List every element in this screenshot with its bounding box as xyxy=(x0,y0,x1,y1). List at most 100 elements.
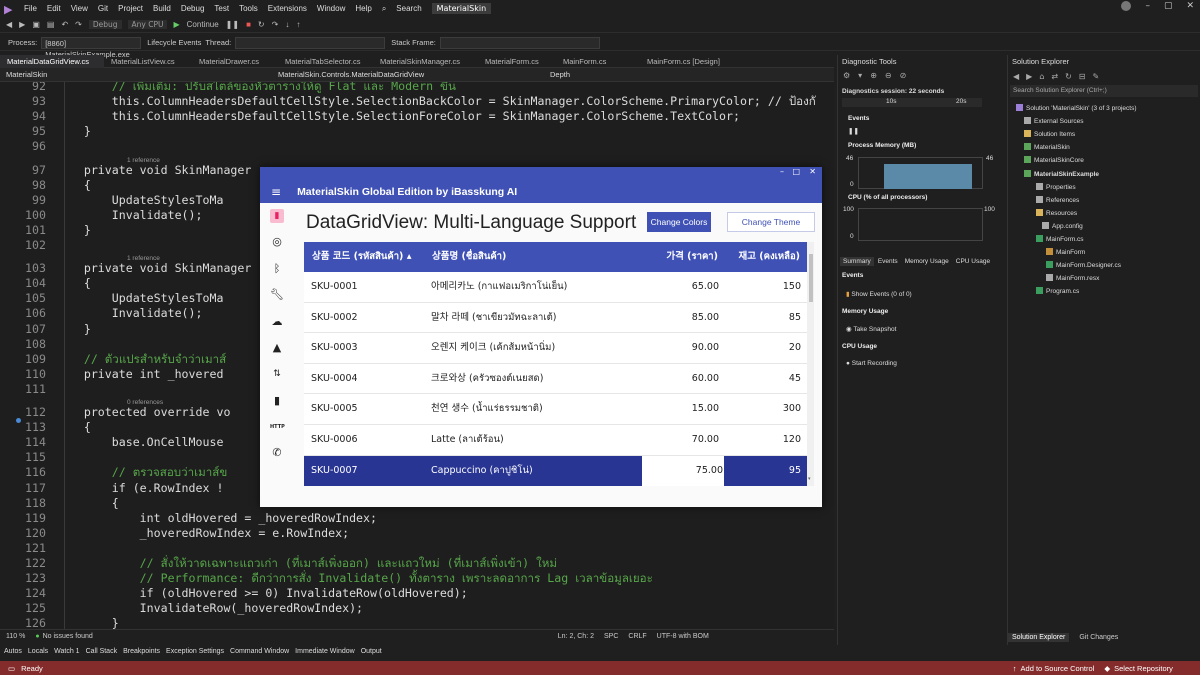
menu-edit[interactable]: Edit xyxy=(47,4,61,13)
mainform-node[interactable]: MainForm xyxy=(1046,248,1085,256)
column-header-stock[interactable]: 재고 (คงเหลือ) xyxy=(738,242,800,272)
mainform-cs-node[interactable]: MainForm.cs xyxy=(1036,235,1084,243)
project-dropdown[interactable]: MaterialSkin xyxy=(0,69,272,81)
whitespace-mode[interactable]: SPC xyxy=(604,633,618,640)
solution-search-input[interactable]: Search Solution Explorer (Ctrl+;) xyxy=(1010,85,1198,97)
cell-product-name[interactable]: 천연 생수 (น้ำแร่ธรรมชาติ) xyxy=(431,394,543,424)
column-header-price[interactable]: 가격 (ราคา) xyxy=(666,242,718,272)
tab-events[interactable]: Events xyxy=(875,257,901,266)
undo-icon[interactable]: ↶ xyxy=(61,20,68,29)
cell-stock[interactable]: 45 xyxy=(789,364,801,394)
maximize-icon[interactable]: □ xyxy=(792,167,800,176)
cell-product-name[interactable]: 말차 라떼 (ชาเขียวมัทฉะลาเต้) xyxy=(431,303,557,333)
http-icon[interactable]: HTTP xyxy=(270,420,285,434)
search-menu[interactable]: Search xyxy=(396,4,421,13)
tab-materialdrawer[interactable]: MaterialDrawer.cs xyxy=(192,55,278,68)
wrench-icon[interactable]: 🔧︎ xyxy=(270,288,284,302)
tab-cpu-usage[interactable]: CPU Usage xyxy=(953,257,993,266)
repository-icon[interactable]: ◆ xyxy=(1104,664,1110,673)
cell-stock[interactable]: 95 xyxy=(789,456,801,486)
menu-debug[interactable]: Debug xyxy=(181,4,205,13)
continue-button[interactable]: Continue xyxy=(187,20,219,29)
cell-stock[interactable]: 120 xyxy=(783,425,801,455)
bookmark-icon[interactable]: ▮ xyxy=(270,394,284,408)
project-materialskinexample[interactable]: MaterialSkinExample xyxy=(1024,169,1099,178)
project-materialskin[interactable]: MaterialSkin xyxy=(1024,143,1070,151)
cell-product-code[interactable]: SKU-0006 xyxy=(311,425,358,455)
tab-git-changes[interactable]: Git Changes xyxy=(1069,633,1128,642)
cell-product-code[interactable]: SKU-0001 xyxy=(311,272,358,302)
close-icon[interactable]: ✕ xyxy=(809,167,816,176)
cell-product-code[interactable]: SKU-0004 xyxy=(311,364,358,394)
menu-build[interactable]: Build xyxy=(153,4,171,13)
data-grid-view[interactable]: 상품 코드 (รหัสสินค้า) ▴ 상품명 (ชื่อสินค้า) 가격… xyxy=(304,242,814,486)
menu-tools[interactable]: Tools xyxy=(239,4,258,13)
search-icon[interactable]: ⌕ xyxy=(382,4,386,14)
table-row[interactable]: SKU-0005 천연 생수 (น้ำแร่ธรรมชาติ) 15.00 300 xyxy=(304,394,807,425)
grid-scrollbar[interactable]: ▾ xyxy=(807,242,814,486)
table-row[interactable]: SKU-0001 아메리카노 (กาแฟอเมริกาโน่เย็น) 65.00 1… xyxy=(304,272,807,303)
table-row[interactable]: SKU-0004 크로와상 (ครัวซองต์เนยสด) 60.00 45 xyxy=(304,364,807,395)
cell-product-name[interactable]: 아메리카노 (กาแฟอเมริกาโน่เย็น) xyxy=(431,272,567,302)
file-encoding[interactable]: UTF-8 with BOM xyxy=(657,633,709,640)
tab-materialskinmanager[interactable]: MaterialSkinManager.cs xyxy=(373,55,478,68)
cell-stock[interactable]: 150 xyxy=(783,272,801,302)
select-repository[interactable]: Select Repository xyxy=(1114,664,1173,673)
phone-icon[interactable]: ✆ xyxy=(270,446,284,460)
minimize-icon[interactable]: – xyxy=(1145,1,1150,11)
cell-price[interactable]: 15.00 xyxy=(692,394,719,424)
stop-icon[interactable]: ■ xyxy=(246,20,251,29)
tab-summary[interactable]: Summary xyxy=(840,257,874,266)
menu-view[interactable]: View xyxy=(71,4,88,13)
tab-solution-explorer[interactable]: Solution Explorer xyxy=(1008,632,1070,642)
add-to-source-control[interactable]: Add to Source Control xyxy=(1021,664,1095,673)
minimize-icon[interactable]: – xyxy=(780,167,784,176)
show-events-link[interactable]: ▮ Show Events (0 of 0) xyxy=(846,290,912,298)
cell-product-code[interactable]: SKU-0005 xyxy=(311,394,358,424)
cell-price[interactable]: 65.00 xyxy=(692,272,719,302)
cell-price[interactable]: 70.00 xyxy=(692,425,719,455)
line-ending[interactable]: CRLF xyxy=(628,633,646,640)
refresh-icon[interactable]: ↻ xyxy=(1065,72,1072,81)
program-cs-node[interactable]: Program.cs xyxy=(1036,287,1079,295)
cell-product-code[interactable]: SKU-0007 xyxy=(311,456,358,486)
table-row[interactable]: SKU-0002 말차 라떼 (ชาเขียวมัทฉะลาเต้) 85.00 85 xyxy=(304,303,807,334)
cell-price[interactable]: 75.00 xyxy=(696,456,723,486)
cell-product-code[interactable]: SKU-0003 xyxy=(311,333,358,363)
step-over-icon[interactable]: ↷ xyxy=(272,20,279,29)
save-icon[interactable]: ▤ xyxy=(47,20,55,29)
stack-frame-dropdown[interactable] xyxy=(439,36,600,49)
close-icon[interactable]: ✕ xyxy=(1186,1,1194,11)
scroll-down-icon[interactable]: ▾ xyxy=(808,476,811,482)
cell-price[interactable]: 60.00 xyxy=(692,364,719,394)
add-source-control-icon[interactable]: ↑ xyxy=(1013,664,1017,673)
maximize-icon[interactable]: ▢ xyxy=(1164,1,1173,11)
thread-dropdown[interactable] xyxy=(235,36,386,49)
tab-watch1[interactable]: Watch 1 xyxy=(54,648,79,655)
menu-window[interactable]: Window xyxy=(317,4,345,13)
tab-mainform[interactable]: MainForm.cs xyxy=(556,55,640,68)
table-row[interactable]: SKU-0006 Latte (ลาเต้ร้อน) 70.00 120 xyxy=(304,425,807,456)
gps-icon[interactable]: ◎ xyxy=(270,235,284,249)
redo-icon[interactable]: ↷ xyxy=(75,20,82,29)
cell-price[interactable]: 85.00 xyxy=(692,303,719,333)
tab-command-window[interactable]: Command Window xyxy=(230,648,289,655)
solution-items-node[interactable]: Solution Items xyxy=(1024,130,1075,138)
class-dropdown[interactable]: MaterialSkin.Controls.MaterialDataGridVi… xyxy=(272,69,544,81)
lifecycle-events-button[interactable]: Lifecycle Events xyxy=(147,38,201,47)
cell-product-code[interactable]: SKU-0002 xyxy=(311,303,358,333)
forward-icon[interactable]: ▶ xyxy=(1026,72,1032,81)
tab-materialdatagridview[interactable]: MaterialDataGridView.cs xyxy=(0,54,104,68)
external-sources-node[interactable]: External Sources xyxy=(1024,117,1084,125)
reset-zoom-icon[interactable]: ⊘ xyxy=(900,71,907,80)
menu-test[interactable]: Test xyxy=(214,4,229,13)
tab-immediate-window[interactable]: Immediate Window xyxy=(295,648,355,655)
collapse-all-icon[interactable]: ⊟ xyxy=(1079,72,1086,81)
step-into-icon[interactable]: ↓ xyxy=(285,20,289,29)
column-header-product-name[interactable]: 상품명 (ชื่อสินค้า) xyxy=(432,242,506,272)
tab-memory-usage[interactable]: Memory Usage xyxy=(902,257,952,266)
tab-autos[interactable]: Autos xyxy=(4,648,22,655)
menu-git[interactable]: Git xyxy=(98,4,108,13)
cell-stock[interactable]: 20 xyxy=(789,333,801,363)
zoom-out-icon[interactable]: ⊖ xyxy=(885,71,892,80)
